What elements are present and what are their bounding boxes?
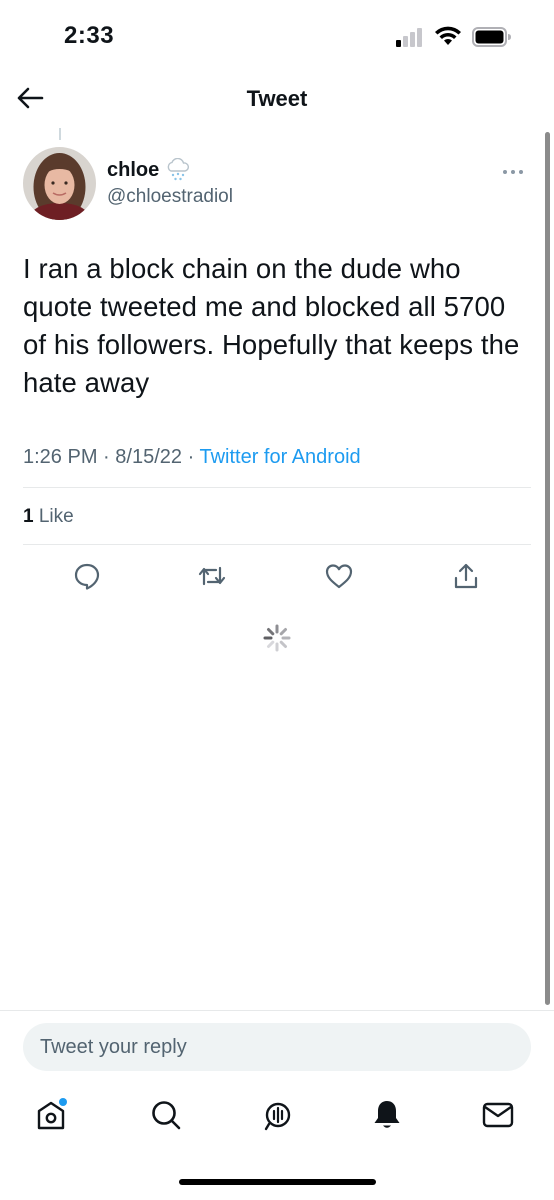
more-options-button[interactable] [498, 162, 528, 182]
divider [23, 544, 531, 545]
reply-icon [74, 563, 100, 590]
battery-icon [472, 27, 511, 47]
like-count-label: Like [38, 506, 74, 527]
tab-messages[interactable] [480, 1097, 516, 1133]
search-icon [152, 1101, 181, 1130]
scrollbar[interactable] [545, 132, 550, 1005]
retweet-button[interactable] [196, 560, 228, 592]
spaces-icon [264, 1102, 291, 1131]
like-icon [325, 564, 353, 589]
tweet-date: 8/15/22 [115, 446, 183, 468]
display-name-text: chloe [107, 158, 160, 181]
page-title: Tweet [246, 86, 308, 111]
tweet-text: I ran a block chain on the dude who quot… [23, 253, 520, 398]
likes-count[interactable]: 1 Like [23, 506, 74, 528]
thread-line [59, 128, 61, 140]
share-button[interactable] [450, 560, 482, 592]
meta-separator: · [187, 446, 195, 468]
messages-icon [482, 1102, 514, 1128]
home-indicator [179, 1179, 376, 1185]
status-bar: 2:33 [0, 0, 554, 70]
share-icon [454, 563, 478, 589]
meta-separator: · [103, 446, 110, 468]
tab-home[interactable] [33, 1097, 69, 1133]
cloud-with-snow-icon [167, 158, 190, 181]
cellular-signal-icon [396, 28, 422, 47]
status-icons [396, 25, 516, 49]
avatar-photo [23, 147, 96, 220]
like-count-number: 1 [23, 506, 34, 527]
tab-notifications[interactable] [369, 1097, 405, 1133]
avatar[interactable] [23, 147, 96, 220]
author-handle[interactable]: @chloestradiol [107, 186, 233, 208]
loading-spinner-icon [263, 624, 291, 652]
tab-spaces[interactable] [260, 1097, 296, 1133]
notifications-icon [374, 1101, 400, 1128]
tweet-meta: 1:26 PM · 8/15/22 · Twitter for Android [23, 446, 361, 469]
divider [23, 487, 531, 488]
more-icon [503, 170, 523, 174]
wifi-icon [435, 26, 461, 45]
nav-bar: Tweet [0, 70, 554, 126]
retweet-icon [198, 566, 226, 586]
reply-button[interactable] [71, 560, 103, 592]
reply-input[interactable] [23, 1023, 531, 1071]
home-icon [37, 1098, 67, 1130]
status-time: 2:33 [64, 22, 115, 49]
author-display-name[interactable]: chloe [107, 158, 191, 182]
tab-search[interactable] [148, 1097, 184, 1133]
tweet-source-link[interactable]: Twitter for Android [199, 446, 360, 468]
tweet-time: 1:26 PM [23, 446, 98, 468]
notification-dot [59, 1098, 67, 1106]
like-button[interactable] [323, 560, 355, 592]
